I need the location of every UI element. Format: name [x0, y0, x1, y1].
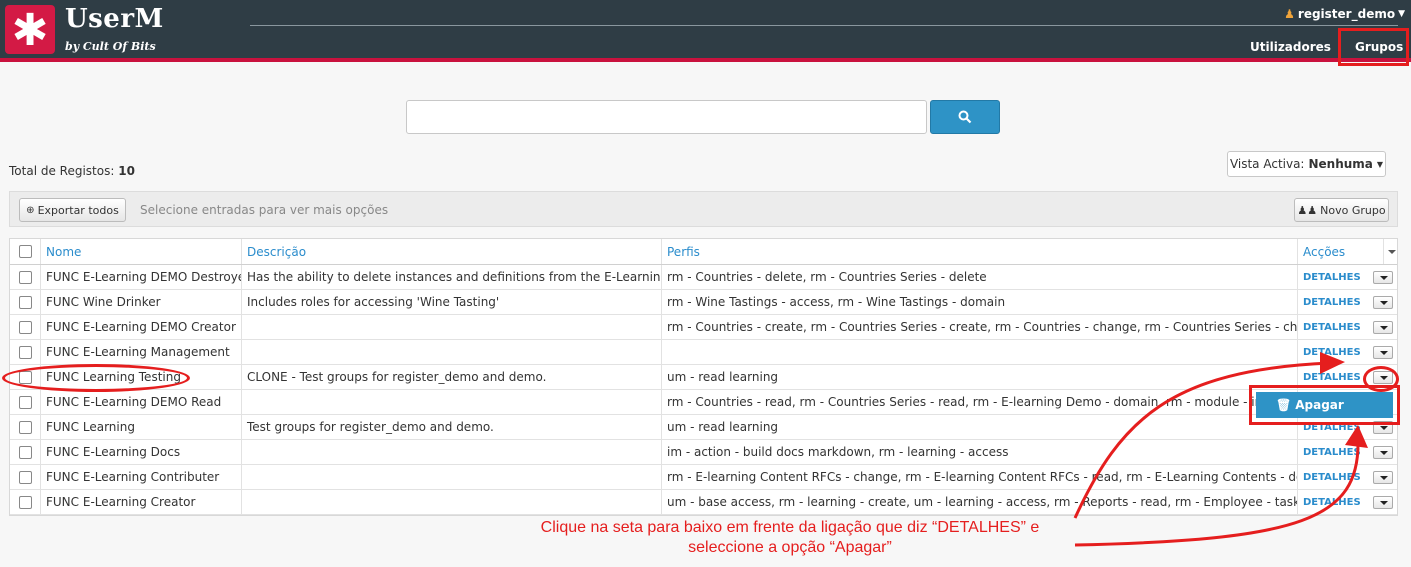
annotation-arrows [1073, 352, 1368, 547]
instruction-line-2: seleccione a opção “Apagar” [688, 539, 892, 556]
instruction-line-1: Clique na seta para baixo em frente da l… [540, 519, 1040, 536]
instruction-annotation: Clique na seta para baixo em frente da l… [440, 518, 1140, 558]
